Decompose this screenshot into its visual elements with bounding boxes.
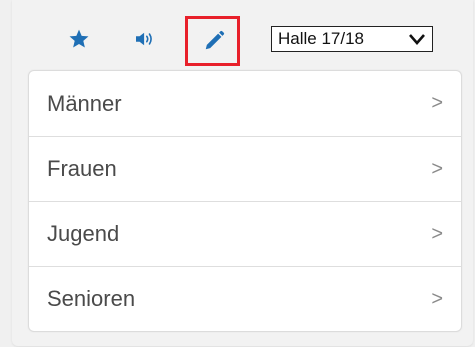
menu-item-maenner[interactable]: Männer > <box>29 71 461 136</box>
menu-item-frauen[interactable]: Frauen > <box>29 136 461 201</box>
chevron-down-icon <box>409 34 425 45</box>
chevron-right-icon: > <box>431 92 443 114</box>
chevron-right-icon: > <box>431 157 443 180</box>
season-select-value: Halle 17/18 <box>278 29 365 48</box>
menu-item-senioren[interactable]: Senioren > <box>29 266 461 331</box>
category-menu: Männer > Frauen > Jugend > Senioren > <box>28 70 462 332</box>
menu-item-label: Senioren <box>47 286 136 311</box>
season-select[interactable]: Halle 17/18 <box>271 26 433 52</box>
speaker-icon[interactable] <box>134 30 156 48</box>
menu-item-label: Jugend <box>47 221 120 246</box>
chevron-right-icon: > <box>431 222 443 245</box>
star-icon[interactable] <box>68 28 90 50</box>
menu-item-label: Frauen <box>47 156 117 181</box>
edit-button[interactable] <box>185 16 240 66</box>
menu-item-jugend[interactable]: Jugend > <box>29 201 461 266</box>
toolbar: Halle 17/18 <box>0 0 475 80</box>
menu-item-label: Männer <box>47 90 122 116</box>
pencil-icon <box>205 30 225 50</box>
chevron-right-icon: > <box>431 287 443 310</box>
